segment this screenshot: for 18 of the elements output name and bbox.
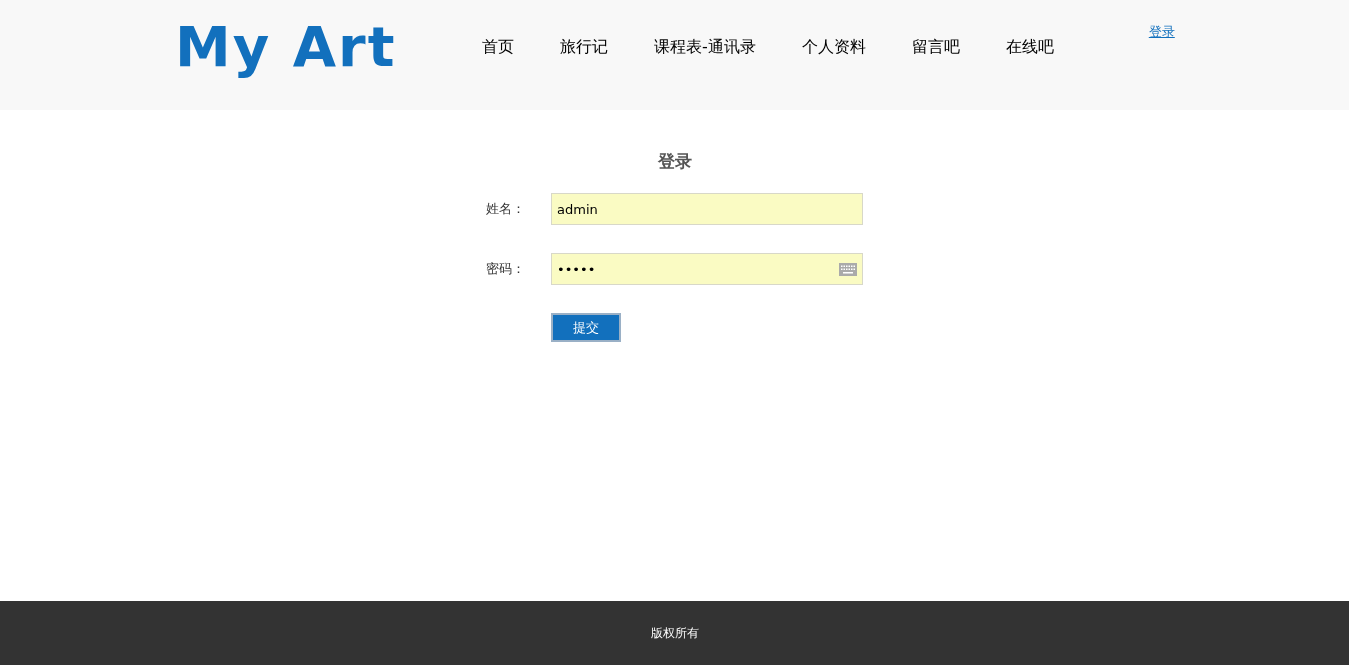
form-title: 登录 — [657, 150, 692, 173]
name-field[interactable]: admin — [551, 193, 863, 225]
submit-button[interactable]: 提交 — [551, 313, 621, 342]
nav-link[interactable]: 课程表-通讯录 — [654, 36, 756, 58]
login-link[interactable]: 登录 — [1148, 23, 1175, 41]
nav-link[interactable]: 在线吧 — [1005, 36, 1054, 58]
nav-link[interactable]: 留言吧 — [911, 36, 960, 58]
password-field[interactable]: ••••• — [551, 253, 863, 285]
nav-link[interactable]: 首页 — [482, 36, 514, 58]
nav-link[interactable]: 旅行记 — [560, 36, 608, 58]
logo: My Art — [175, 13, 398, 81]
keyboard-icon[interactable] — [839, 262, 857, 276]
field-value: ••••• — [557, 261, 597, 277]
nav-link[interactable]: 个人资料 — [801, 36, 866, 58]
copyright-text: 版权所有 — [650, 624, 699, 642]
field-value: admin — [557, 201, 599, 217]
field-label: 姓名： — [486, 200, 526, 218]
field-label: 密码： — [486, 260, 526, 278]
